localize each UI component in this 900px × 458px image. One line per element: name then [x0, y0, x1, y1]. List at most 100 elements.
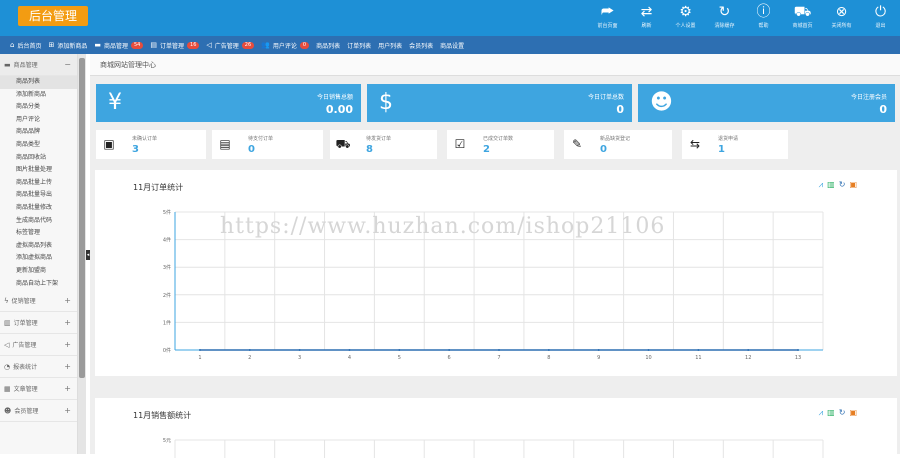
expand-toggle[interactable]: + [64, 296, 71, 305]
nav-products[interactable]: ▬ 商品管理 54 [94, 41, 144, 50]
sidebar-item[interactable]: 商品批量导出 [0, 189, 77, 202]
sidebar-item[interactable]: 更新加盟商 [0, 265, 77, 278]
data-point [448, 349, 451, 351]
pie-icon: ◔ [4, 362, 11, 371]
sidebar-item[interactable]: 生成商品代码 [0, 215, 77, 228]
sidebar-item[interactable]: 用户评论 [0, 114, 77, 127]
nav-orders[interactable]: ▤ 订单管理 16 [150, 41, 200, 50]
return-icon: ⇆ [689, 137, 701, 151]
home-icon: ⌂ [10, 41, 15, 49]
sidebar-item[interactable]: 虚拟商品列表 [0, 240, 77, 253]
sidebar-item[interactable]: 标签管理 [0, 227, 77, 240]
x-tick-label: 7 [497, 355, 500, 361]
logout-button[interactable]: ⏻ 退出 [861, 0, 900, 36]
quick-nav-bar: ⌂ 后台首页 ⊞ 添加新商品 ▬ 商品管理 54 ▤ 订单管理 16 ◁ 广告管理 26 👥 用户… [0, 36, 900, 54]
clear-cache-button[interactable]: ↻ 清除缓存 [705, 0, 744, 36]
close-all-button[interactable]: ⊗ 关闭所有 [822, 0, 861, 36]
gear-icon: ⚙ [679, 4, 692, 20]
sidebar-group-reports[interactable]: ◔ 报表统计 + [0, 356, 77, 379]
data-point [498, 349, 500, 351]
stat-unpaid-orders[interactable]: ▤ 待支付订单 0 [212, 130, 323, 159]
sidebar-group-orders[interactable]: ▥ 订单管理 + [0, 312, 77, 335]
sidebar-item[interactable]: 添加虚拟商品 [0, 252, 77, 265]
sidebar-group-articles[interactable]: ▦ 文章管理 + [0, 378, 77, 401]
order-chart-panel: 11月订单统计 ⩘ ▥ ↻ ▣ 0件 1件 2件 3件 4件 5件 1 2 3 4 5 6 7 8 9 10 1… [95, 170, 897, 376]
front-page-button[interactable]: ⮫ 前台页面 [588, 0, 627, 36]
x-tick-label: 2 [248, 355, 251, 361]
sidebar-item[interactable]: 商品类型 [0, 139, 77, 152]
count-badge: 54 [131, 41, 144, 49]
x-tick-label: 10 [645, 355, 651, 361]
stat-unconfirmed-orders[interactable]: ▣ 未确认订单 3 [96, 130, 206, 159]
collapse-toggle[interactable]: − [64, 60, 71, 69]
x-tick-label: 4 [348, 355, 351, 361]
sidebar-group-promotions[interactable]: ϟ 促销管理 + [0, 290, 77, 313]
sidebar-item[interactable]: 添加新商品 [0, 89, 77, 102]
refresh-button[interactable]: ⇄ 刷新 [627, 0, 666, 36]
stat-return-requests[interactable]: ⇆ 退货申请 1 [682, 130, 788, 159]
users-icon: 👥 [261, 41, 270, 49]
data-point [248, 349, 251, 351]
bolt-icon: ϟ [4, 296, 9, 305]
sales-line-chart: 5元 [163, 438, 824, 458]
nav-ads[interactable]: ◁ 广告管理 26 [206, 41, 255, 50]
sidebar-group-members[interactable]: ☻ 会员管理 + [0, 400, 77, 423]
expand-toggle[interactable]: + [64, 362, 71, 371]
nav-product-list[interactable]: 商品列表 [316, 41, 340, 50]
count-badge: 26 [241, 41, 255, 49]
sidebar-item[interactable]: 图片批量处理 [0, 164, 77, 177]
truck-icon: ⛟ [335, 137, 351, 151]
help-button[interactable]: ⓘ 帮助 [744, 0, 783, 36]
clear-cache-icon: ↻ [718, 4, 731, 20]
nav-member-list[interactable]: 会员列表 [409, 41, 433, 50]
nav-product-settings[interactable]: 商品设置 [440, 41, 464, 50]
x-tick-label: 3 [298, 355, 301, 361]
sidebar-item[interactable]: 商品列表 [0, 76, 77, 89]
data-point [298, 349, 301, 351]
data-point [398, 349, 401, 351]
sales-chart-panel: 11月销售额统计 ⩘ ▥ ↻ ▣ 5元 [95, 398, 897, 458]
user-card-icon: ☻ [650, 90, 673, 115]
stat-out-of-stock[interactable]: ✎ 新品缺货登记 0 [564, 130, 672, 159]
sidebar-item[interactable]: 商品分类 [0, 101, 77, 114]
folder-icon: ▬ [94, 41, 101, 49]
x-tick-label: 13 [795, 355, 801, 361]
nav-comments[interactable]: 👥 用户评论 0 [261, 41, 310, 50]
stat-unshipped-orders[interactable]: ⛟ 待发货订单 8 [330, 130, 437, 159]
sidebar-item[interactable]: 商品自动上下架 [0, 278, 77, 291]
close-circle-icon: ⊗ [835, 4, 848, 20]
expand-toggle[interactable]: + [64, 318, 71, 327]
y-tick-label: 1件 [163, 319, 171, 326]
x-tick-label: 5 [398, 355, 401, 361]
cart-icon: ⛟ [793, 4, 812, 20]
x-tick-label: 6 [448, 355, 451, 361]
nav-home[interactable]: ⌂ 后台首页 [10, 41, 41, 50]
sidebar-item[interactable]: 商品回收站 [0, 152, 77, 165]
sidebar-group-products[interactable]: ▬ 商品管理 − [0, 54, 77, 76]
sidebar: ▬ 商品管理 − 商品列表 添加新商品 商品分类 用户评论 商品品牌 商品类型 商品… [0, 54, 78, 454]
sidebar-scroll-thumb[interactable] [79, 58, 85, 378]
expand-toggle[interactable]: + [64, 384, 71, 393]
nav-user-list[interactable]: 用户列表 [378, 41, 402, 50]
sidebar-group-ads[interactable]: ◁ 广告管理 + [0, 334, 77, 357]
sidebar-item[interactable]: 商品批量上传 [0, 177, 77, 190]
personal-settings-button[interactable]: ⚙ 个人设置 [666, 0, 705, 36]
data-point [697, 349, 700, 351]
shop-home-button[interactable]: ⛟ 商城首页 [783, 0, 822, 36]
stat-completed-orders[interactable]: ☑ 已成交订单数 2 [447, 130, 554, 159]
expand-toggle[interactable]: + [64, 340, 71, 349]
nav-order-list[interactable]: 订单列表 [347, 41, 371, 50]
data-point [647, 349, 650, 351]
y-tick-label: 3件 [163, 264, 171, 271]
kpi-today-sales: ¥ 今日销售总额 0.00 [96, 84, 361, 122]
share-arrow-icon: ⮫ [600, 4, 615, 20]
expand-toggle[interactable]: + [64, 406, 71, 415]
nav-add-product[interactable]: ⊞ 添加新商品 [48, 41, 87, 50]
app-logo[interactable]: 后台管理 [18, 6, 88, 26]
sidebar-item[interactable]: 商品批量修改 [0, 202, 77, 215]
power-icon: ⏻ [874, 4, 887, 20]
watermark: https://www.huzhan.com/ishop21106 [220, 214, 666, 239]
sidebar-item[interactable]: 商品品牌 [0, 126, 77, 139]
main-content: 商城网站管理中心 ¥ 今日销售总额 0.00 $ 今日订单总数 0 ☻ 今日注册… [90, 54, 900, 458]
x-tick-label: 12 [745, 355, 751, 361]
